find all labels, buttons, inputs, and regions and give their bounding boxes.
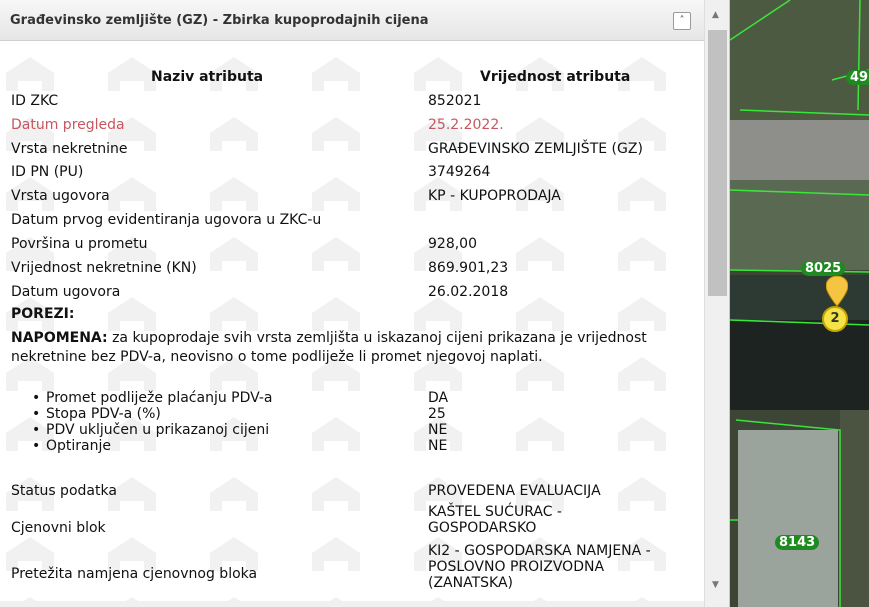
satellite-map-background	[730, 0, 869, 607]
namjena-line: POSLOVNO PROIZVODNA	[428, 559, 605, 575]
row-value-povrsina: 928,00	[428, 236, 477, 252]
namjena-line: (ZANATSKA)	[428, 575, 514, 591]
porez-item-value: 25	[428, 406, 446, 422]
row-label-datum-ugovora: Datum ugovora	[11, 284, 121, 300]
row-label-vrijednost: Vrijednost nekretnine (KN)	[11, 260, 197, 276]
row-label-datum-evidentiranja: Datum prvog evidentiranja ugovora u ZKC-…	[11, 212, 322, 228]
blok-line: KAŠTEL SUĆURAC -	[428, 504, 562, 520]
row-label-id-pn: ID PN (PU)	[11, 164, 84, 180]
porez-item-label: Optiranje	[32, 438, 111, 454]
vertical-scrollbar[interactable]: ▲ ▼	[704, 0, 729, 607]
row-label-status: Status podatka	[11, 483, 117, 499]
porez-item-value: NE	[428, 438, 448, 454]
panel-content: Naziv atributa Vrijednost atributa ID ZK…	[0, 41, 704, 601]
scroll-up-icon[interactable]: ▲	[712, 10, 719, 20]
porez-item-label: PDV uključen u prikazanoj cijeni	[32, 422, 269, 438]
row-value-datum-ugovora: 26.02.2018	[428, 284, 509, 300]
row-value-datum-pregleda: 25.2.2022.	[428, 117, 504, 133]
column-header-value: Vrijednost atributa	[480, 69, 631, 85]
namjena-line: KI2 - GOSPODARSKA NAMJENA -	[428, 543, 651, 559]
row-value-id-pn: 3749264	[428, 164, 491, 180]
porez-item-label: Promet podliježe plaćanju PDV-a	[32, 390, 272, 406]
map-marker-number[interactable]: 2	[822, 306, 848, 332]
map-pin-icon[interactable]	[826, 276, 848, 306]
porez-item-label: Stopa PDV-a (%)	[32, 406, 161, 422]
row-label-id-zkc: ID ZKC	[11, 93, 59, 109]
row-label-datum-pregleda: Datum pregleda	[11, 117, 125, 133]
blok-line: GOSPODARSKO	[428, 520, 537, 536]
column-header-label: Naziv atributa	[151, 69, 264, 85]
row-value-status: PROVEDENA EVALUACIJA	[428, 483, 601, 499]
panel-title: Građevinsko zemljište (GZ) - Zbirka kupo…	[10, 13, 429, 28]
row-label-vrsta-nekretnine: Vrsta nekretnine	[11, 141, 128, 157]
horizontal-scrollbar[interactable]	[0, 601, 704, 607]
row-label-povrsina: Površina u prometu	[11, 236, 148, 252]
panel-header: Građevinsko zemljište (GZ) - Zbirka kupo…	[0, 0, 704, 41]
row-label-namjena: Pretežita namjena cjenovnog bloka	[11, 566, 258, 582]
row-value-id-zkc: 852021	[428, 93, 482, 109]
scroll-down-icon[interactable]: ▼	[712, 580, 719, 590]
row-value-cjenovni-blok: KAŠTEL SUĆURAC - GOSPODARSKO	[428, 504, 562, 536]
napomena-note: NAPOMENA: za kupoprodaje svih vrsta zeml…	[11, 329, 701, 367]
scrollbar-thumb[interactable]	[708, 30, 727, 296]
porezi-heading: POREZI:	[11, 306, 75, 322]
porez-item-value: DA	[428, 390, 449, 406]
map-view[interactable]: 493 8025 8143 2	[730, 0, 869, 607]
double-chevron-up-icon[interactable]: ˄	[673, 12, 691, 30]
row-value-vrijednost: 869.901,23	[428, 260, 509, 276]
row-label-vrsta-ugovora: Vrsta ugovora	[11, 188, 110, 204]
porez-item-value: NE	[428, 422, 448, 438]
row-value-namjena: KI2 - GOSPODARSKA NAMJENA - POSLOVNO PRO…	[428, 543, 651, 591]
napomena-label: NAPOMENA:	[11, 330, 108, 346]
row-value-vrsta-ugovora: KP - KUPOPRODAJA	[428, 188, 561, 204]
row-label-cjenovni-blok: Cjenovni blok	[11, 520, 106, 536]
parcel-label: 8025	[801, 261, 846, 276]
row-value-vrsta-nekretnine: GRAĐEVINSKO ZEMLJIŠTE (GZ)	[428, 141, 643, 157]
parcel-label: 493	[846, 70, 869, 85]
info-panel: Građevinsko zemljište (GZ) - Zbirka kupo…	[0, 0, 730, 607]
parcel-label: 8143	[775, 535, 820, 550]
